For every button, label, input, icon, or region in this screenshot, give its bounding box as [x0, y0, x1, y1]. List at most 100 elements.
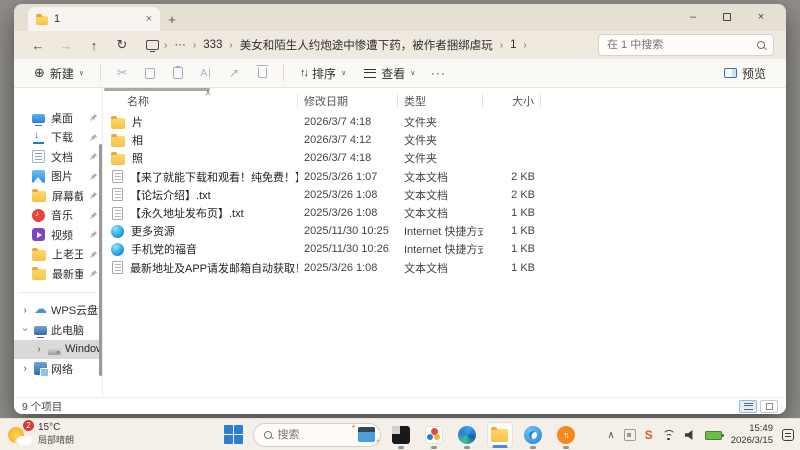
new-button[interactable]: 新建 ∨	[26, 62, 92, 85]
tree-item[interactable]: › 此电脑	[14, 320, 102, 340]
tree-item-icon	[34, 362, 49, 378]
clock[interactable]: 15:49 2026/3/15	[731, 423, 773, 448]
column-header-type[interactable]: 类型	[398, 94, 483, 108]
tree-item[interactable]: › WPS云盘	[14, 301, 102, 321]
taskbar-app-circles[interactable]	[421, 422, 447, 449]
file-date-cell: 2025/11/30 10:25	[304, 225, 389, 238]
see-more-button[interactable]: ···	[425, 62, 451, 84]
tab-title: 1	[54, 13, 61, 25]
pin-icon	[90, 153, 98, 161]
breadcrumb-item[interactable]: 美女和陌生人约炮途中惨遭下药，被作者捆绑虐玩	[236, 35, 497, 55]
new-tab-button[interactable]: +	[160, 7, 184, 31]
explorer-search-box[interactable]	[598, 34, 774, 56]
sidebar-item-label: 最新重磅巨作	[52, 268, 83, 281]
details-view-button[interactable]	[739, 399, 757, 413]
start-button[interactable]	[222, 423, 246, 447]
device-tray-icon[interactable]	[623, 429, 636, 441]
explorer-tab[interactable]: 1 ×	[28, 7, 160, 31]
this-pc-icon[interactable]	[146, 40, 159, 52]
view-button[interactable]: 查看 ∨	[356, 62, 423, 85]
file-row[interactable]: 照 2026/3/7 4:18 文件夹	[103, 149, 786, 167]
back-button[interactable]: ←	[26, 34, 50, 56]
breadcrumb-item[interactable]: 333	[199, 37, 226, 53]
file-row[interactable]: 更多资源 2025/11/30 10:25 Internet 快捷方式 1 KB	[103, 222, 786, 240]
explorer-body: 桌面 下载 文档 图片 屏幕截图 音乐 视频	[14, 88, 786, 397]
up-button[interactable]: ↑	[82, 34, 106, 56]
cut-button[interactable]	[109, 62, 135, 84]
refresh-button[interactable]: ↻	[110, 34, 134, 56]
battery-icon[interactable]	[704, 430, 724, 440]
icons-view-button[interactable]	[760, 399, 778, 413]
breadcrumb-overflow[interactable]: ···	[170, 37, 190, 53]
weather-temp: 15°C	[38, 422, 61, 433]
taskbar-search-box[interactable]	[252, 422, 381, 447]
tree-item-label: Windows-SSD	[65, 343, 102, 356]
taskbar-app-quark[interactable]	[520, 422, 546, 449]
close-button[interactable]: ×	[744, 4, 778, 30]
sidebar-item[interactable]: 下载	[14, 128, 102, 148]
file-row[interactable]: 相 2026/3/7 4:12 文件夹	[103, 131, 786, 149]
notification-center-icon[interactable]	[782, 429, 794, 441]
paste-button[interactable]	[165, 62, 191, 84]
file-size-cell: 2 KB	[511, 170, 535, 183]
tray-date: 2026/3/15	[730, 435, 773, 446]
file-row[interactable]: 【永久地址发布页】.txt 2025/3/26 1:08 文本文档 1 KB	[103, 204, 786, 222]
sidebar-item[interactable]: 文档	[14, 147, 102, 167]
column-header-date[interactable]: 修改日期	[298, 94, 398, 108]
hidden-icons-chevron[interactable]: ∧	[607, 430, 614, 441]
file-row[interactable]: 手机党的福音 2025/11/30 10:26 Internet 快捷方式 1 …	[103, 240, 786, 258]
taskbar-search-input[interactable]	[277, 428, 342, 441]
sidebar-scrollbar[interactable]	[99, 144, 102, 376]
tab-close-icon[interactable]: ×	[146, 13, 152, 25]
copy-button[interactable]	[137, 62, 163, 84]
wifi-icon[interactable]	[662, 430, 676, 440]
explorer-search-input[interactable]	[607, 39, 751, 51]
sidebar-item[interactable]: 图片	[14, 167, 102, 187]
sidebar-item[interactable]: 上老王论坛当	[14, 245, 102, 265]
tree-chevron-icon[interactable]: ›	[20, 363, 30, 374]
column-header-size[interactable]: 大小	[483, 94, 541, 108]
tree-item[interactable]: › 网络	[14, 359, 102, 379]
share-button[interactable]	[221, 62, 247, 84]
file-row[interactable]: 片 2026/3/7 4:18 文件夹	[103, 113, 786, 131]
sidebar-item[interactable]: 视频	[14, 225, 102, 245]
breadcrumb-item[interactable]: 1	[506, 37, 520, 53]
forward-button[interactable]: →	[54, 34, 78, 56]
taskbar-app-dark[interactable]	[388, 422, 414, 449]
sidebar-item-icon	[32, 150, 45, 164]
file-name-cell: 照	[103, 150, 298, 166]
sidebar-item[interactable]: 屏幕截图	[14, 186, 102, 206]
file-row[interactable]: 【论坛介绍】.txt 2025/3/26 1:08 文本文档 2 KB	[103, 186, 786, 204]
file-row[interactable]: 【来了就能下载和观看！纯免费！】.txt 2025/3/26 1:07 文本文档…	[103, 168, 786, 186]
sidebar-item[interactable]: 最新重磅巨作	[14, 264, 102, 284]
sidebar-item[interactable]: 音乐	[14, 206, 102, 226]
tree-chevron-icon[interactable]: ›	[20, 305, 30, 316]
tree-item[interactable]: › Windows-SSD	[14, 339, 102, 359]
minimize-button[interactable]: –	[676, 4, 710, 30]
file-size-cell: 1 KB	[511, 243, 535, 256]
pin-icon	[90, 211, 98, 219]
orange-arrows-app-icon: ↑↓	[556, 425, 575, 444]
taskbar-app-explorer[interactable]	[486, 421, 513, 448]
navigation-pane: 桌面 下载 文档 图片 屏幕截图 音乐 视频	[14, 88, 103, 397]
file-size-cell: 1 KB	[511, 225, 535, 238]
tree-chevron-icon[interactable]: ›	[20, 325, 31, 335]
column-header-name[interactable]: 名称	[103, 94, 298, 108]
running-indicator	[397, 445, 404, 449]
taskbar-app-edge[interactable]	[454, 422, 480, 449]
sidebar-item[interactable]: 桌面	[14, 108, 102, 128]
tree-chevron-icon[interactable]: ›	[34, 344, 44, 355]
crescent-app-icon	[523, 425, 542, 444]
rename-icon: A|	[200, 67, 212, 79]
maximize-button[interactable]	[710, 4, 744, 30]
preview-button[interactable]: 预览	[716, 62, 774, 85]
rename-button[interactable]: A|	[193, 62, 219, 84]
preview-label: 预览	[741, 66, 766, 81]
snip-tray-icon[interactable]: S	[645, 428, 653, 442]
delete-button[interactable]	[249, 62, 275, 84]
file-row[interactable]: 最新地址及APP请发邮箱自动获取！！！.txt 2025/3/26 1:08 文…	[103, 259, 786, 277]
sort-button[interactable]: ↑↓ 排序 ∨	[292, 62, 354, 85]
volume-icon[interactable]	[684, 430, 693, 440]
taskbar-app-orange[interactable]: ↑↓	[553, 422, 579, 449]
weather-widget[interactable]: 2 15°C 局部晴朗	[8, 419, 74, 446]
